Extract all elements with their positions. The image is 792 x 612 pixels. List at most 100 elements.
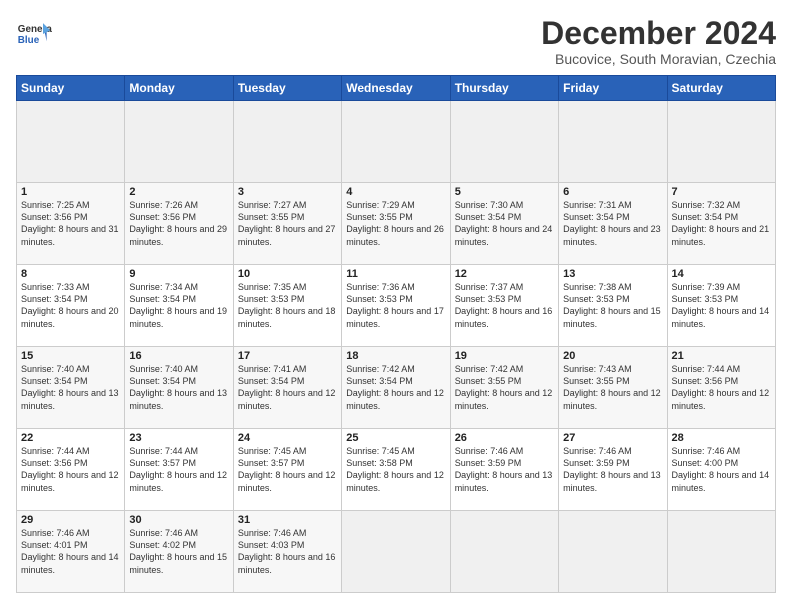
day-info: Sunrise: 7:39 AMSunset: 3:53 PMDaylight:… bbox=[672, 281, 771, 330]
calendar-cell: 4Sunrise: 7:29 AMSunset: 3:55 PMDaylight… bbox=[342, 183, 450, 265]
day-info: Sunrise: 7:44 AMSunset: 3:56 PMDaylight:… bbox=[21, 445, 120, 494]
col-saturday: Saturday bbox=[667, 76, 775, 101]
title-block: December 2024 Bucovice, South Moravian, … bbox=[541, 16, 776, 67]
day-number: 20 bbox=[563, 350, 662, 362]
calendar-week-row: 29Sunrise: 7:46 AMSunset: 4:01 PMDayligh… bbox=[17, 511, 776, 593]
calendar-cell: 25Sunrise: 7:45 AMSunset: 3:58 PMDayligh… bbox=[342, 429, 450, 511]
day-info: Sunrise: 7:46 AMSunset: 4:00 PMDaylight:… bbox=[672, 445, 771, 494]
calendar-cell: 19Sunrise: 7:42 AMSunset: 3:55 PMDayligh… bbox=[450, 347, 558, 429]
day-number: 9 bbox=[129, 268, 228, 280]
day-info: Sunrise: 7:31 AMSunset: 3:54 PMDaylight:… bbox=[563, 199, 662, 248]
location-subtitle: Bucovice, South Moravian, Czechia bbox=[541, 51, 776, 67]
calendar-cell: 28Sunrise: 7:46 AMSunset: 4:00 PMDayligh… bbox=[667, 429, 775, 511]
calendar-cell bbox=[559, 101, 667, 183]
logo-icon: General Blue bbox=[16, 16, 52, 52]
page-container: General Blue December 2024 Bucovice, Sou… bbox=[0, 0, 792, 612]
day-info: Sunrise: 7:40 AMSunset: 3:54 PMDaylight:… bbox=[129, 363, 228, 412]
day-info: Sunrise: 7:42 AMSunset: 3:55 PMDaylight:… bbox=[455, 363, 554, 412]
day-info: Sunrise: 7:46 AMSunset: 4:03 PMDaylight:… bbox=[238, 527, 337, 576]
day-number: 10 bbox=[238, 268, 337, 280]
day-info: Sunrise: 7:35 AMSunset: 3:53 PMDaylight:… bbox=[238, 281, 337, 330]
calendar-cell: 6Sunrise: 7:31 AMSunset: 3:54 PMDaylight… bbox=[559, 183, 667, 265]
calendar-cell bbox=[17, 101, 125, 183]
calendar-week-row: 8Sunrise: 7:33 AMSunset: 3:54 PMDaylight… bbox=[17, 265, 776, 347]
day-number: 2 bbox=[129, 186, 228, 198]
calendar-cell: 22Sunrise: 7:44 AMSunset: 3:56 PMDayligh… bbox=[17, 429, 125, 511]
day-info: Sunrise: 7:26 AMSunset: 3:56 PMDaylight:… bbox=[129, 199, 228, 248]
day-number: 29 bbox=[21, 514, 120, 526]
day-number: 22 bbox=[21, 432, 120, 444]
calendar-cell bbox=[559, 511, 667, 593]
calendar-cell: 26Sunrise: 7:46 AMSunset: 3:59 PMDayligh… bbox=[450, 429, 558, 511]
day-number: 11 bbox=[346, 268, 445, 280]
calendar-cell: 5Sunrise: 7:30 AMSunset: 3:54 PMDaylight… bbox=[450, 183, 558, 265]
day-info: Sunrise: 7:38 AMSunset: 3:53 PMDaylight:… bbox=[563, 281, 662, 330]
svg-text:Blue: Blue bbox=[18, 35, 40, 46]
col-tuesday: Tuesday bbox=[233, 76, 341, 101]
calendar-cell: 18Sunrise: 7:42 AMSunset: 3:54 PMDayligh… bbox=[342, 347, 450, 429]
calendar-week-row bbox=[17, 101, 776, 183]
col-friday: Friday bbox=[559, 76, 667, 101]
calendar-cell: 20Sunrise: 7:43 AMSunset: 3:55 PMDayligh… bbox=[559, 347, 667, 429]
day-info: Sunrise: 7:37 AMSunset: 3:53 PMDaylight:… bbox=[455, 281, 554, 330]
col-monday: Monday bbox=[125, 76, 233, 101]
day-number: 25 bbox=[346, 432, 445, 444]
calendar-week-row: 22Sunrise: 7:44 AMSunset: 3:56 PMDayligh… bbox=[17, 429, 776, 511]
day-info: Sunrise: 7:25 AMSunset: 3:56 PMDaylight:… bbox=[21, 199, 120, 248]
logo: General Blue bbox=[16, 16, 52, 52]
day-number: 8 bbox=[21, 268, 120, 280]
day-info: Sunrise: 7:46 AMSunset: 3:59 PMDaylight:… bbox=[455, 445, 554, 494]
calendar-header-row: Sunday Monday Tuesday Wednesday Thursday… bbox=[17, 76, 776, 101]
day-number: 27 bbox=[563, 432, 662, 444]
calendar-cell: 21Sunrise: 7:44 AMSunset: 3:56 PMDayligh… bbox=[667, 347, 775, 429]
calendar-cell bbox=[450, 101, 558, 183]
calendar-cell: 23Sunrise: 7:44 AMSunset: 3:57 PMDayligh… bbox=[125, 429, 233, 511]
calendar-cell: 11Sunrise: 7:36 AMSunset: 3:53 PMDayligh… bbox=[342, 265, 450, 347]
calendar-cell bbox=[450, 511, 558, 593]
col-thursday: Thursday bbox=[450, 76, 558, 101]
day-info: Sunrise: 7:41 AMSunset: 3:54 PMDaylight:… bbox=[238, 363, 337, 412]
day-number: 16 bbox=[129, 350, 228, 362]
col-sunday: Sunday bbox=[17, 76, 125, 101]
day-number: 17 bbox=[238, 350, 337, 362]
calendar-week-row: 1Sunrise: 7:25 AMSunset: 3:56 PMDaylight… bbox=[17, 183, 776, 265]
calendar-cell bbox=[233, 101, 341, 183]
calendar-cell bbox=[342, 511, 450, 593]
day-info: Sunrise: 7:46 AMSunset: 4:02 PMDaylight:… bbox=[129, 527, 228, 576]
day-number: 5 bbox=[455, 186, 554, 198]
day-number: 13 bbox=[563, 268, 662, 280]
day-info: Sunrise: 7:44 AMSunset: 3:56 PMDaylight:… bbox=[672, 363, 771, 412]
col-wednesday: Wednesday bbox=[342, 76, 450, 101]
day-info: Sunrise: 7:27 AMSunset: 3:55 PMDaylight:… bbox=[238, 199, 337, 248]
day-number: 7 bbox=[672, 186, 771, 198]
day-info: Sunrise: 7:29 AMSunset: 3:55 PMDaylight:… bbox=[346, 199, 445, 248]
calendar-cell bbox=[125, 101, 233, 183]
day-info: Sunrise: 7:33 AMSunset: 3:54 PMDaylight:… bbox=[21, 281, 120, 330]
calendar-cell: 7Sunrise: 7:32 AMSunset: 3:54 PMDaylight… bbox=[667, 183, 775, 265]
day-number: 14 bbox=[672, 268, 771, 280]
calendar-cell: 12Sunrise: 7:37 AMSunset: 3:53 PMDayligh… bbox=[450, 265, 558, 347]
calendar-cell: 3Sunrise: 7:27 AMSunset: 3:55 PMDaylight… bbox=[233, 183, 341, 265]
calendar-cell: 29Sunrise: 7:46 AMSunset: 4:01 PMDayligh… bbox=[17, 511, 125, 593]
calendar-cell: 24Sunrise: 7:45 AMSunset: 3:57 PMDayligh… bbox=[233, 429, 341, 511]
day-number: 12 bbox=[455, 268, 554, 280]
calendar-cell: 1Sunrise: 7:25 AMSunset: 3:56 PMDaylight… bbox=[17, 183, 125, 265]
calendar-cell: 10Sunrise: 7:35 AMSunset: 3:53 PMDayligh… bbox=[233, 265, 341, 347]
calendar-cell: 14Sunrise: 7:39 AMSunset: 3:53 PMDayligh… bbox=[667, 265, 775, 347]
day-info: Sunrise: 7:32 AMSunset: 3:54 PMDaylight:… bbox=[672, 199, 771, 248]
day-number: 18 bbox=[346, 350, 445, 362]
day-number: 28 bbox=[672, 432, 771, 444]
day-info: Sunrise: 7:34 AMSunset: 3:54 PMDaylight:… bbox=[129, 281, 228, 330]
calendar-cell: 8Sunrise: 7:33 AMSunset: 3:54 PMDaylight… bbox=[17, 265, 125, 347]
day-number: 23 bbox=[129, 432, 228, 444]
day-number: 15 bbox=[21, 350, 120, 362]
day-info: Sunrise: 7:45 AMSunset: 3:58 PMDaylight:… bbox=[346, 445, 445, 494]
day-info: Sunrise: 7:46 AMSunset: 4:01 PMDaylight:… bbox=[21, 527, 120, 576]
day-info: Sunrise: 7:36 AMSunset: 3:53 PMDaylight:… bbox=[346, 281, 445, 330]
day-number: 3 bbox=[238, 186, 337, 198]
calendar-cell: 16Sunrise: 7:40 AMSunset: 3:54 PMDayligh… bbox=[125, 347, 233, 429]
day-number: 6 bbox=[563, 186, 662, 198]
calendar-cell: 27Sunrise: 7:46 AMSunset: 3:59 PMDayligh… bbox=[559, 429, 667, 511]
calendar-cell: 15Sunrise: 7:40 AMSunset: 3:54 PMDayligh… bbox=[17, 347, 125, 429]
day-info: Sunrise: 7:43 AMSunset: 3:55 PMDaylight:… bbox=[563, 363, 662, 412]
